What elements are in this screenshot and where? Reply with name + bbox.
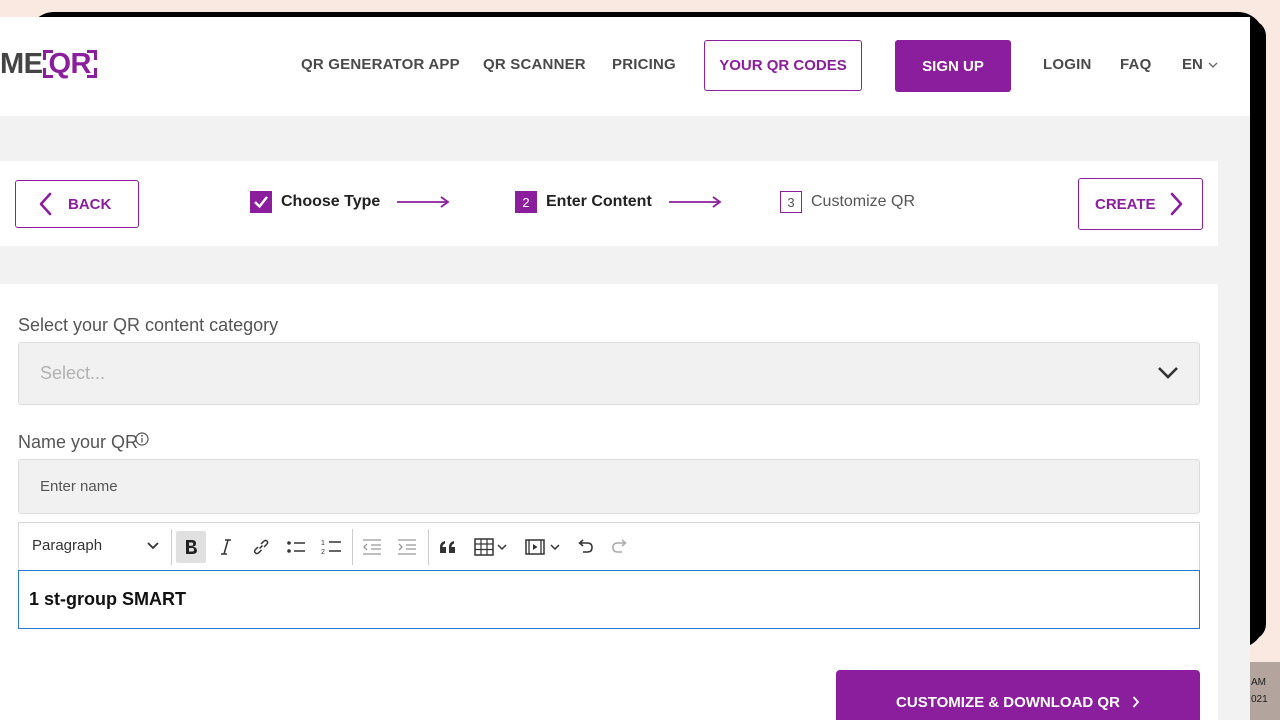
step-2-label: Enter Content <box>546 193 652 210</box>
toolbar-divider <box>352 529 353 565</box>
back-button[interactable]: BACK <box>15 180 139 228</box>
sign-up-button[interactable]: SIGN UP <box>895 40 1011 92</box>
cta-label: CUSTOMIZE & DOWNLOAD QR <box>896 693 1120 711</box>
nav-qr-scanner[interactable]: QR SCANNER <box>483 56 586 73</box>
nav-login[interactable]: LOGIN <box>1043 56 1092 73</box>
undo-icon[interactable] <box>570 531 600 563</box>
category-label: Select your QR content category <box>18 315 279 335</box>
taskbar-time: AM <box>1251 677 1266 688</box>
chevron-right-icon <box>1132 696 1140 708</box>
create-label: CREATE <box>1095 195 1156 213</box>
arrow-right-icon <box>397 196 450 208</box>
wizard-steps-bar: BACK Choose Type 2 Enter Content 3 Custo… <box>0 161 1218 246</box>
category-placeholder: Select... <box>40 363 106 383</box>
svg-text:1: 1 <box>321 540 325 547</box>
bulleted-list-icon[interactable] <box>281 531 311 563</box>
editor-toolbar: Paragraph 12 <box>18 522 1200 570</box>
logo[interactable]: ME QR <box>0 39 97 89</box>
redo-icon[interactable] <box>605 531 635 563</box>
create-button[interactable]: CREATE <box>1078 178 1203 230</box>
step-1-label: Choose Type <box>281 193 381 210</box>
language-label: EN <box>1182 56 1203 73</box>
nav-faq[interactable]: FAQ <box>1120 56 1151 73</box>
logo-text-qr: QR <box>42 48 97 80</box>
numbered-list-icon[interactable]: 12 <box>316 531 346 563</box>
customize-download-qr-button[interactable]: CUSTOMIZE & DOWNLOAD QR <box>836 670 1200 720</box>
toolbar-divider <box>428 529 429 565</box>
info-icon[interactable] <box>135 432 149 446</box>
chevron-right-icon <box>1170 192 1182 216</box>
browser-viewport: ME QR QR GENERATOR APP QR SCANNER PRICING… <box>0 17 1250 720</box>
site-header: ME QR QR GENERATOR APP QR SCANNER PRICING… <box>0 17 1250 116</box>
checkbox-checked-icon <box>250 191 272 213</box>
qr-name-input[interactable]: Enter name <box>18 459 1200 514</box>
taskbar-date: 021 <box>1251 694 1268 705</box>
logo-text-me: ME <box>0 48 43 80</box>
chevron-down-icon[interactable] <box>147 541 159 551</box>
rich-text-editor[interactable]: 1 st-group SMART <box>18 570 1200 629</box>
link-icon[interactable] <box>246 531 276 563</box>
step-3-label: Customize QR <box>811 193 916 210</box>
your-qr-codes-button[interactable]: YOUR QR CODES <box>704 40 862 91</box>
svg-text:2: 2 <box>321 549 325 556</box>
indent-icon[interactable] <box>392 531 422 563</box>
paragraph-format-select[interactable]: Paragraph <box>32 537 102 554</box>
toolbar-divider <box>171 529 172 565</box>
language-selector[interactable]: EN <box>1182 56 1218 73</box>
blockquote-icon[interactable] <box>433 531 463 563</box>
content-form-card: Select your QR content category Select..… <box>0 284 1218 720</box>
chevron-left-icon <box>39 192 52 216</box>
editor-content: 1 st-group SMART <box>29 589 186 609</box>
bold-icon[interactable] <box>176 531 206 563</box>
name-label: Name your QR <box>18 432 139 452</box>
arrow-right-icon <box>668 196 722 208</box>
step-customize-qr[interactable]: 3 Customize QR <box>780 191 915 213</box>
media-embed-icon[interactable] <box>521 531 565 563</box>
step-choose-type[interactable]: Choose Type <box>250 191 450 213</box>
chevron-down-icon <box>1158 367 1178 379</box>
back-label: BACK <box>68 195 112 213</box>
italic-icon[interactable] <box>211 531 241 563</box>
step-2-number: 2 <box>515 191 537 213</box>
category-select[interactable]: Select... <box>18 342 1200 405</box>
nav-pricing[interactable]: PRICING <box>612 56 676 73</box>
logo-qr-label: QR <box>48 48 92 80</box>
step-enter-content[interactable]: 2 Enter Content <box>515 191 722 213</box>
outdent-icon[interactable] <box>357 531 387 563</box>
nav-qr-generator-app[interactable]: QR GENERATOR APP <box>301 56 460 73</box>
taskbar-clock-area <box>1250 662 1280 720</box>
table-icon[interactable] <box>469 531 513 563</box>
device-frame-edge <box>1250 20 1266 640</box>
chevron-down-icon <box>1208 62 1218 68</box>
step-3-number: 3 <box>780 191 802 213</box>
